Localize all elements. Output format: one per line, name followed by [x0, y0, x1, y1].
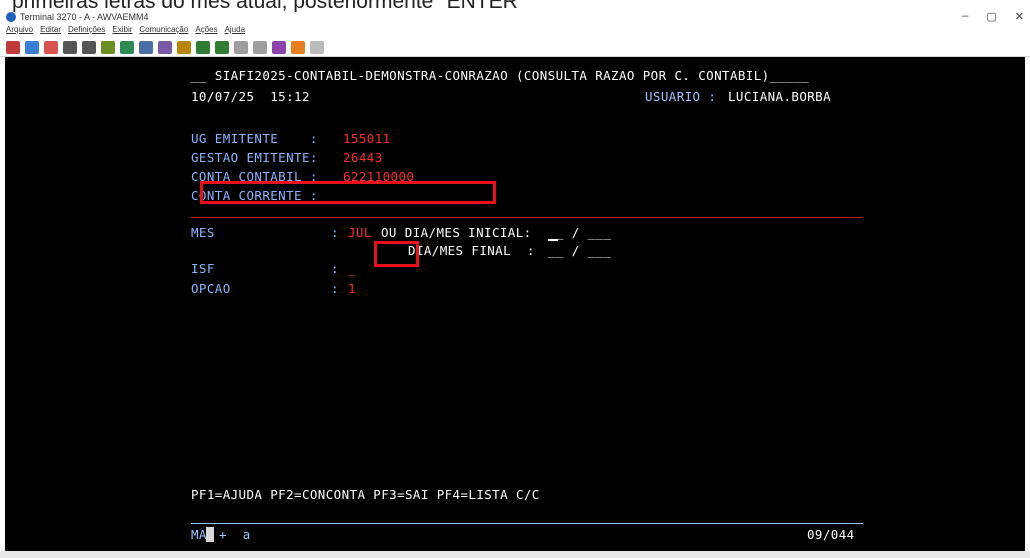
pf-keys-line: PF1=AJUDA PF2=CONCONTA PF3=SAI PF4=LISTA…	[191, 487, 540, 502]
isf-label: ISF	[191, 261, 215, 276]
stop-icon[interactable]	[234, 40, 248, 54]
command-input[interactable]: + a	[219, 527, 251, 542]
print-icon[interactable]	[139, 40, 153, 54]
maximize-button[interactable]: ▢	[986, 10, 996, 23]
dia-inicial-label: OU DIA/MES INICIAL:	[381, 225, 532, 240]
exit-icon[interactable]	[44, 40, 58, 54]
disconnect-icon[interactable]	[25, 40, 39, 54]
dia-final-fields[interactable]: __ / ___	[548, 243, 611, 258]
window-titlebar: Terminal 3270 - A - AWVAEMM4 – ▢ ✕	[0, 10, 1030, 24]
receive-icon[interactable]	[82, 40, 96, 54]
toolbar	[0, 38, 1030, 57]
conta-corrente-highlight[interactable]	[200, 181, 496, 204]
copy-icon[interactable]	[101, 40, 115, 54]
ug-emitente-value: 155011	[343, 131, 391, 146]
macro-icon[interactable]	[177, 40, 191, 54]
resize-icon[interactable]	[310, 40, 324, 54]
minimize-button[interactable]: –	[962, 10, 968, 23]
dia-final-label: DIA/MES FINAL :	[408, 243, 535, 258]
paste-icon[interactable]	[120, 40, 134, 54]
ug-emitente-label: UG EMITENTE :	[191, 131, 318, 146]
menu-definicoes[interactable]: Definições	[68, 25, 105, 37]
opcao-value[interactable]: 1	[348, 281, 356, 296]
status-bar	[0, 551, 1030, 558]
menu-exibir[interactable]: Exibir	[112, 25, 132, 37]
terminal-screen[interactable]: __ SIAFI2025-CONTABIL-DEMONSTRA-CONRAZAO…	[5, 57, 1025, 551]
menu-ajuda[interactable]: Ajuda	[225, 25, 245, 37]
send-icon[interactable]	[63, 40, 77, 54]
menu-acoes[interactable]: Ações	[195, 25, 217, 37]
section-divider	[191, 217, 863, 218]
isf-value[interactable]: _	[348, 261, 356, 276]
keyboard-icon[interactable]	[158, 40, 172, 54]
mes-label: MES	[191, 225, 215, 240]
user-value: LUCIANA.BORBA	[728, 89, 832, 104]
gestao-emitente-label: GESTAO EMITENTE:	[191, 150, 318, 165]
command-cursor	[206, 527, 214, 542]
link-icon[interactable]	[272, 40, 286, 54]
pause-icon[interactable]	[253, 40, 267, 54]
dia-final-highlight[interactable]	[374, 241, 419, 267]
opcao-label: OPCAO	[191, 281, 231, 296]
mes-separator: :	[331, 225, 339, 240]
connect-icon[interactable]	[6, 40, 20, 54]
text-cursor	[548, 239, 558, 241]
opcao-separator: :	[331, 281, 339, 296]
isf-separator: :	[331, 261, 339, 276]
command-prompt[interactable]: MA	[191, 527, 207, 542]
play-icon[interactable]	[196, 40, 210, 54]
record-icon[interactable]	[215, 40, 229, 54]
menu-comunicacao[interactable]: Comunicação	[139, 25, 188, 37]
dia-inicial-fields[interactable]: __ / ___	[548, 225, 611, 240]
screen-header-title: __ SIAFI2025-CONTABIL-DEMONSTRA-CONRAZAO…	[191, 68, 810, 83]
mes-value[interactable]: JUL	[348, 225, 372, 240]
cursor-position: 09/044	[807, 527, 855, 542]
menu-editar[interactable]: Editar	[40, 25, 61, 37]
menu-bar: Arquivo Editar Definições Exibir Comunic…	[0, 25, 245, 37]
menu-arquivo[interactable]: Arquivo	[6, 25, 33, 37]
gestao-emitente-value: 26443	[343, 150, 383, 165]
screen-datetime: 10/07/25 15:12	[191, 89, 310, 104]
terminal-app-icon	[6, 12, 16, 22]
close-button[interactable]: ✕	[1015, 10, 1024, 23]
user-label: USUARIO :	[645, 89, 717, 104]
upload-icon[interactable]	[291, 40, 305, 54]
command-line-divider	[191, 523, 863, 524]
window-title: Terminal 3270 - A - AWVAEMM4	[20, 12, 149, 22]
